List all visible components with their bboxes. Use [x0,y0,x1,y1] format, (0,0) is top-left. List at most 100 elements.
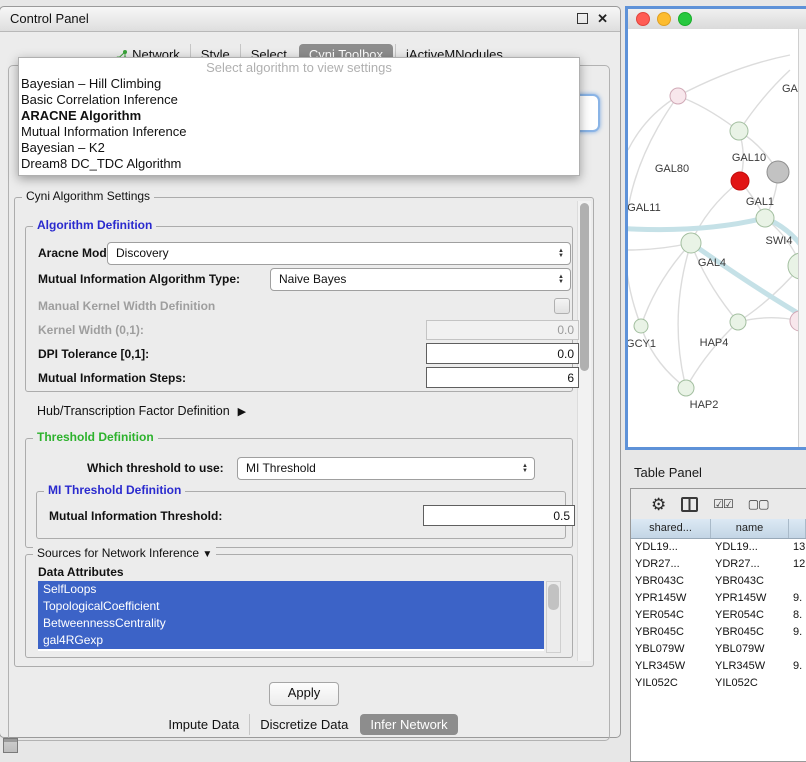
tab-infer-network[interactable]: Infer Network [360,714,457,735]
tab-impute-data[interactable]: Impute Data [158,714,249,735]
table-row[interactable]: YDR27...YDR27...12 [631,556,806,573]
float-window-icon[interactable] [577,13,588,24]
deselect-all-checkboxes-icon[interactable]: ▢▢ [748,497,769,511]
algorithm-popup: Select algorithm to view settings Bayesi… [18,57,580,176]
table-cell: YBL079W [631,641,711,658]
attribute-item[interactable]: SelfLoops [38,581,544,598]
dock-panel-icon[interactable] [3,738,18,753]
algorithm-option[interactable]: ARACNE Algorithm [19,108,579,124]
column-header[interactable]: name [711,519,789,538]
network-edge [691,243,738,322]
attributes-scrollbar-thumb[interactable] [548,584,559,610]
network-node[interactable] [731,172,749,190]
aracne-mode-select[interactable]: Discovery ▲▼ [107,242,571,265]
chevron-up-down-icon: ▲▼ [517,458,533,479]
network-node[interactable] [634,319,648,333]
tab-label: Impute Data [168,717,239,732]
attribute-item[interactable]: gal4RGexp [38,632,544,649]
algorithm-option[interactable]: Mutual Information Inference [19,124,579,140]
table-cell [789,641,806,658]
table-toolbar: ⚙ ☑☑ ▢▢ [631,489,806,519]
network-edge [628,96,678,150]
algorithm-option[interactable]: Basic Correlation Inference [19,92,579,108]
node-label: GAL80 [655,163,689,175]
mi-threshold-field[interactable]: 0.5 [423,505,575,526]
table-row[interactable]: YER054CYER054C8. [631,607,806,624]
network-node[interactable] [670,88,686,104]
node-label: HAP4 [700,337,729,349]
algorithm-option[interactable]: Dream8 DC_TDC Algorithm [19,156,579,172]
table-cell: YDR27... [631,556,711,573]
mi-threshold-label: Mutual Information Threshold: [49,509,222,523]
aracne-mode-value: Discovery [116,243,169,263]
network-node[interactable] [681,233,701,253]
algorithm-definition-group: Algorithm Definition Aracne Mode: Discov… [25,226,573,392]
data-attributes-list[interactable]: SelfLoopsTopologicalCoefficientBetweenne… [38,581,544,651]
mi-threshold-value: 0.5 [553,509,570,523]
close-icon[interactable]: ✕ [597,12,608,25]
network-edge [641,243,691,326]
attribute-item[interactable]: TopologicalCoefficient [38,598,544,615]
algorithm-option[interactable]: Bayesian – Hill Climbing [19,76,579,92]
network-node[interactable] [730,122,748,140]
network-edge [641,326,686,388]
mac-zoom-button[interactable] [678,12,692,26]
which-threshold-value: MI Threshold [246,458,316,478]
control-panel-titlebar[interactable]: Control Panel ✕ [0,7,620,32]
table-cell: YER054C [711,607,789,624]
dpi-tolerance-field[interactable]: 0.0 [426,343,579,364]
select-all-checkboxes-icon[interactable]: ☑☑ [713,497,733,511]
algorithm-option[interactable]: Bayesian – K2 [19,140,579,156]
settings-scrollbar-thumb[interactable] [580,203,589,371]
which-threshold-label: Which threshold to use: [87,461,224,475]
table-row[interactable]: YDL19...YDL19...13 [631,539,806,556]
network-node[interactable] [678,380,694,396]
network-edge [739,70,790,131]
chevron-down-icon[interactable]: ▼ [202,549,212,560]
network-canvas[interactable]: GAL80GAL10GAL11GAL1SWI4GAL4GCY1HAP4HAP2G… [628,29,806,447]
mi-steps-field[interactable]: 6 [426,367,579,388]
network-node[interactable] [767,161,789,183]
popup-prompt: Select algorithm to view settings [19,60,579,76]
network-node[interactable] [730,314,746,330]
attributes-scrollbar[interactable] [546,581,561,653]
sources-group-title[interactable]: Sources for Network Inference ▼ [33,546,216,560]
gear-icon[interactable]: ⚙ [651,496,666,513]
node-label: SWI4 [766,235,793,247]
bottom-tab-strip: Impute Data Discretize Data Infer Network [0,714,618,735]
column-header[interactable] [789,519,806,538]
tab-label: Infer Network [370,717,447,732]
table-row[interactable]: YLR345WYLR345W9. [631,658,806,675]
table-cell: YPR145W [711,590,789,607]
mac-close-button[interactable] [636,12,650,26]
network-graph[interactable]: GAL80GAL10GAL11GAL1SWI4GAL4GCY1HAP4HAP2G… [628,29,806,447]
network-window-titlebar[interactable] [628,9,806,30]
settings-scrollbar[interactable] [577,201,591,661]
table-row[interactable]: YBR045CYBR045C9. [631,624,806,641]
columns-icon[interactable] [681,497,698,512]
table-row[interactable]: YIL052CYIL052C [631,675,806,692]
algorithm-definition-title: Algorithm Definition [33,218,156,232]
chevron-right-icon[interactable]: ▶ [238,405,246,418]
table-cell: YIL052C [711,675,789,692]
chevron-up-down-icon: ▲▼ [553,243,569,264]
manual-kernel-checkbox[interactable] [554,298,570,314]
table-row[interactable]: YPR145WYPR145W9. [631,590,806,607]
mi-type-select[interactable]: Naive Bayes ▲▼ [270,268,571,291]
kernel-width-field[interactable]: 0.0 [426,320,579,340]
attribute-item[interactable]: BetweennessCentrality [38,615,544,632]
dpi-tolerance-label: DPI Tolerance [0,1]: [38,347,149,361]
which-threshold-select[interactable]: MI Threshold ▲▼ [237,457,535,480]
network-node[interactable] [756,209,774,227]
column-header[interactable]: shared... [631,519,711,538]
cyni-algorithm-settings-group: Cyni Algorithm Settings Algorithm Defini… [14,197,594,667]
mac-minimize-button[interactable] [657,12,671,26]
tab-discretize-data[interactable]: Discretize Data [249,714,358,735]
table-cell: YER054C [631,607,711,624]
network-scrollbar[interactable] [798,29,806,447]
apply-button[interactable]: Apply [269,682,339,706]
table-row[interactable]: YBR043CYBR043C [631,573,806,590]
hub-definition-expander[interactable]: Hub/Transcription Factor Definition ▶ [37,404,246,418]
table-row[interactable]: YBL079WYBL079W [631,641,806,658]
settings-group-title: Cyni Algorithm Settings [22,189,154,203]
